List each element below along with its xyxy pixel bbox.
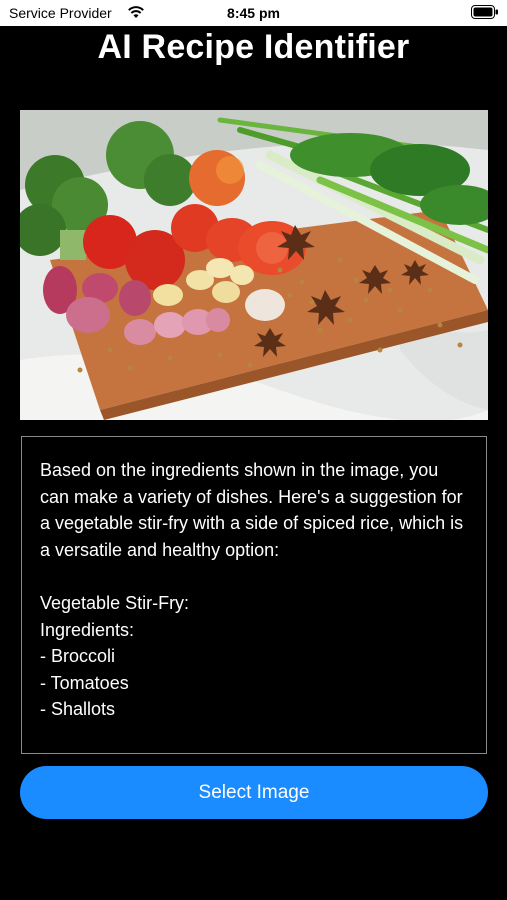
select-image-button[interactable]: Select Image (20, 766, 488, 819)
recipe-result-text: Based on the ingredients shown in the im… (40, 460, 464, 720)
ingredients-photo-illustration (20, 110, 488, 420)
status-bar: Service Provider 8:45 pm (0, 0, 507, 26)
carrier-label: Service Provider (9, 5, 112, 21)
app-title: AI Recipe Identifier (97, 28, 410, 66)
battery-icon (471, 5, 499, 19)
ingredients-photo (20, 110, 488, 420)
recipe-result-box[interactable]: Based on the ingredients shown in the im… (21, 436, 487, 754)
wifi-icon (127, 5, 145, 22)
